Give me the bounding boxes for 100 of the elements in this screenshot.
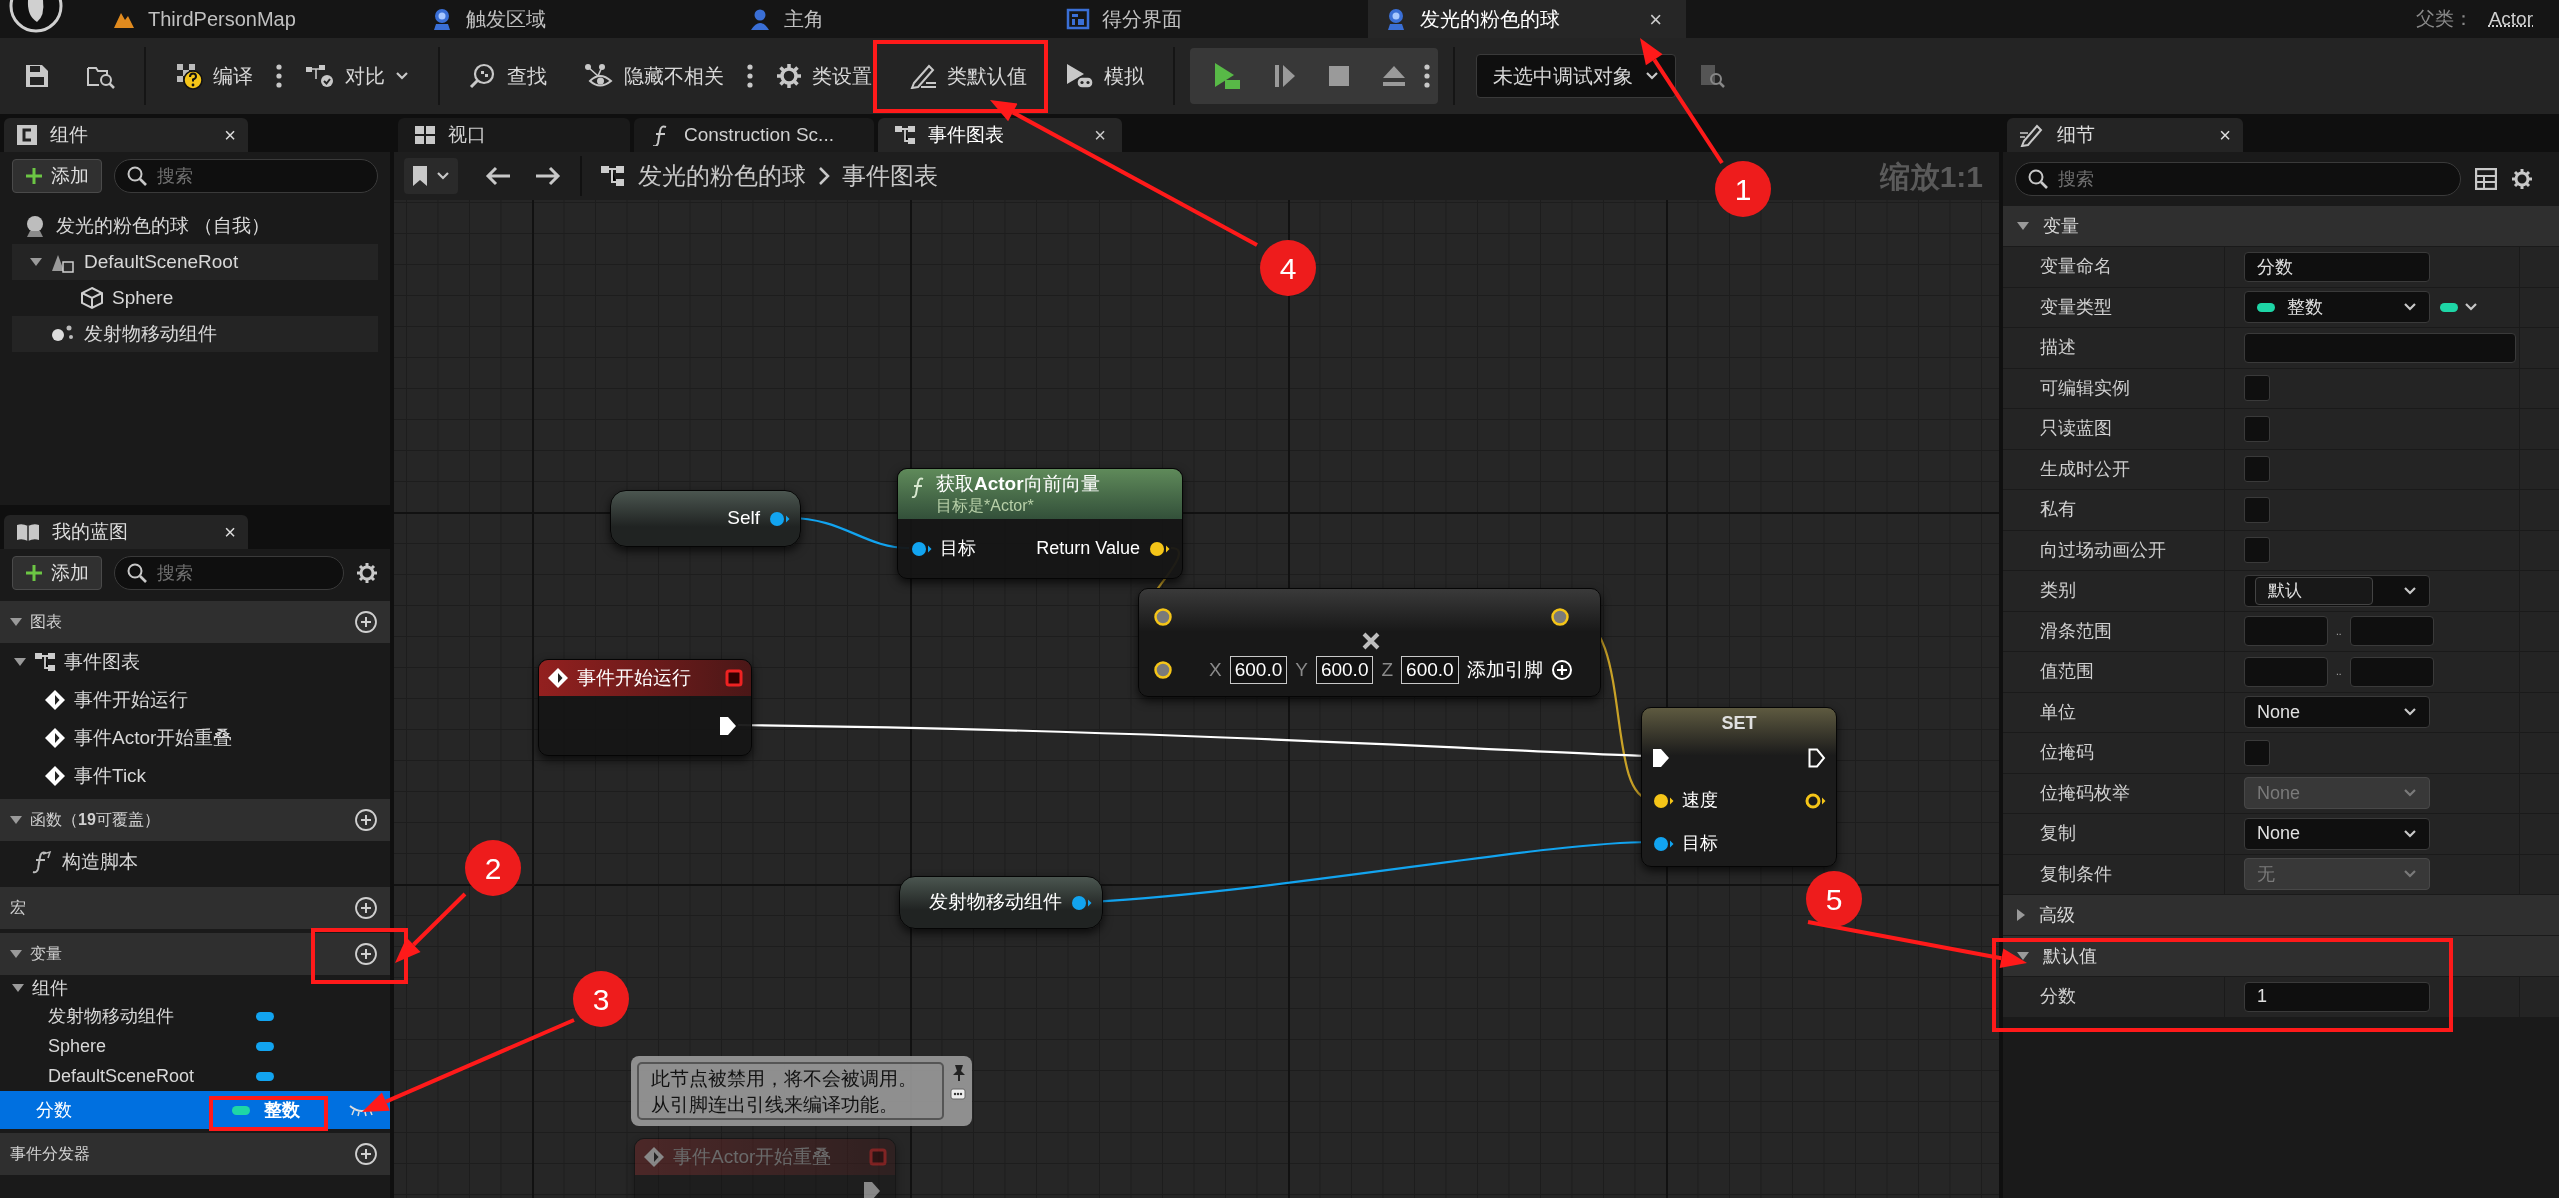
data-pin-icon[interactable] xyxy=(1652,834,1674,853)
data-pin-icon[interactable] xyxy=(1153,607,1173,627)
simulate-button[interactable]: 模拟 xyxy=(1050,49,1158,103)
close-button[interactable]: × xyxy=(224,517,236,547)
checkbox[interactable] xyxy=(2244,415,2270,442)
checkbox[interactable] xyxy=(2244,537,2270,564)
editor-tab[interactable]: ThirdPersonMap xyxy=(96,0,414,38)
class-settings-button[interactable]: 类设置 xyxy=(762,49,886,103)
search-field[interactable]: 搜索 xyxy=(114,159,378,193)
panel-tab[interactable]: 组件 × xyxy=(4,118,248,152)
add-circle-icon[interactable] xyxy=(354,808,378,832)
hide-unrelated-button[interactable]: 隐藏不相关 xyxy=(570,49,738,103)
max-field[interactable] xyxy=(2349,616,2434,647)
data-pin-icon[interactable] xyxy=(1652,791,1674,810)
expand-arrow-icon[interactable] xyxy=(10,950,22,958)
event-item[interactable]: 事件Tick xyxy=(0,757,390,795)
graph-item[interactable]: 事件图表 xyxy=(0,643,390,681)
expand-arrow-icon[interactable] xyxy=(30,258,42,266)
checkbox[interactable] xyxy=(2244,739,2270,766)
section-header[interactable]: 高级 xyxy=(2003,895,2559,936)
tree-item[interactable]: DefaultSceneRoot xyxy=(12,244,378,280)
add-button[interactable]: 添加 xyxy=(12,159,102,193)
min-field[interactable] xyxy=(2244,656,2328,687)
variable-item[interactable]: 分数 整数 xyxy=(0,1091,390,1129)
expand-arrow-icon[interactable] xyxy=(10,816,22,824)
checkbox[interactable] xyxy=(2244,456,2270,483)
math-node[interactable]: X 600.0 Y 600.0 Z 600.0 添加引脚 xyxy=(1138,588,1601,697)
find-button[interactable]: 查找 xyxy=(455,49,561,103)
close-button[interactable]: × xyxy=(1094,120,1106,150)
event-item[interactable]: 事件Actor开始重叠 xyxy=(0,719,390,757)
expand-arrow-icon[interactable] xyxy=(2017,952,2029,960)
min-field[interactable] xyxy=(2244,616,2328,647)
section-header[interactable]: 变量 xyxy=(2003,206,2559,247)
dropdown[interactable]: None xyxy=(2244,817,2430,850)
debug-object-dropdown[interactable]: 未选中调试对象 xyxy=(1476,54,1676,98)
more-icon[interactable] xyxy=(276,64,282,88)
add-button[interactable]: 添加 xyxy=(12,556,102,590)
caret-icon[interactable] xyxy=(2403,585,2417,596)
editor-tab[interactable]: 触发区域 xyxy=(414,0,732,38)
breadcrumb-item[interactable]: 发光的粉色的球 xyxy=(638,158,806,194)
forward-arrow-icon[interactable] xyxy=(534,165,562,187)
search-field[interactable]: 搜索 xyxy=(114,556,344,590)
add-circle-icon[interactable] xyxy=(354,942,378,966)
data-pin-icon[interactable] xyxy=(1153,660,1173,680)
text-field[interactable] xyxy=(2244,332,2516,363)
tree-item[interactable]: 发射物移动组件 xyxy=(12,316,378,352)
graph-tab[interactable]: Construction Sc... xyxy=(634,118,874,152)
variable-node[interactable]: Self xyxy=(610,490,801,547)
graph-tab[interactable]: 事件图表 × xyxy=(878,118,1122,152)
close-button[interactable]: × xyxy=(1649,2,1670,36)
expand-arrow-icon[interactable] xyxy=(12,984,24,992)
panel-tab[interactable]: 我的蓝图 × xyxy=(4,515,248,549)
editor-tab[interactable]: 得分界面 xyxy=(1050,0,1368,38)
diff-button[interactable]: 对比 xyxy=(291,49,423,103)
section-header[interactable]: 图表 xyxy=(0,601,390,643)
add-circle-icon[interactable] xyxy=(354,896,378,920)
variable-item[interactable]: Sphere xyxy=(0,1031,390,1061)
function-node[interactable]: 获取Actor向前向量 目标是*Actor* 目标 Return Value xyxy=(897,468,1183,579)
settings-icon[interactable] xyxy=(356,562,378,584)
tree-item[interactable]: 发光的粉色的球 （自我） xyxy=(12,208,378,244)
parent-class-link[interactable]: Actor xyxy=(2488,4,2533,34)
exec-pin-icon[interactable] xyxy=(719,715,737,736)
panel-tab[interactable]: 细节 × xyxy=(2007,118,2243,152)
tree-item[interactable]: Sphere xyxy=(12,280,378,316)
data-pin-icon[interactable] xyxy=(910,539,932,558)
section-header[interactable]: 变量 xyxy=(0,933,390,975)
type-dropdown[interactable]: 整数 xyxy=(2244,291,2430,324)
section-header[interactable]: 默认值 xyxy=(2003,936,2559,977)
text-field[interactable]: 分数 xyxy=(2244,251,2430,282)
text-field[interactable]: 1 xyxy=(2244,981,2430,1012)
more-icon[interactable] xyxy=(1424,64,1430,88)
section-header[interactable]: 事件分发器 xyxy=(0,1133,390,1175)
function-item[interactable]: 构造脚本 xyxy=(0,841,390,883)
bookmark-button[interactable] xyxy=(404,158,458,194)
section-header[interactable]: 宏 xyxy=(0,887,390,929)
data-pin-icon[interactable] xyxy=(768,509,790,528)
delegate-pin-icon[interactable] xyxy=(725,669,743,687)
variable-item[interactable]: DefaultSceneRoot xyxy=(0,1061,390,1091)
event-node[interactable]: 事件开始运行 xyxy=(538,659,752,756)
category-combo-box[interactable]: 默认 xyxy=(2244,574,2430,607)
category-item[interactable]: 组件 xyxy=(0,975,390,1001)
container-type-button[interactable] xyxy=(2440,302,2478,313)
class-defaults-button[interactable]: 类默认值 xyxy=(895,49,1041,103)
number-field[interactable]: 600.0 xyxy=(1315,656,1374,684)
add-circle-icon[interactable] xyxy=(354,1142,378,1166)
comment-icon[interactable] xyxy=(950,1088,966,1102)
checkbox[interactable] xyxy=(2244,375,2270,402)
settings-icon[interactable] xyxy=(2511,168,2533,190)
editor-tab[interactable]: 发光的粉色的球 × xyxy=(1368,0,1686,38)
data-pin-icon[interactable] xyxy=(1550,607,1570,627)
category-field[interactable]: 默认 xyxy=(2255,576,2373,605)
add-circle-icon[interactable] xyxy=(354,610,378,634)
search-field[interactable]: 搜索 xyxy=(2015,162,2461,196)
data-pin-icon[interactable] xyxy=(1804,791,1826,810)
expand-arrow-icon[interactable] xyxy=(14,658,26,666)
comment-bubble[interactable]: 此节点被禁用，将不会被调用。 从引脚连出引线来编译功能。 xyxy=(631,1056,972,1126)
close-button[interactable]: × xyxy=(224,120,236,150)
close-button[interactable]: × xyxy=(2219,120,2231,150)
event-item[interactable]: 事件开始运行 xyxy=(0,681,390,719)
data-pin-icon[interactable] xyxy=(1148,539,1170,558)
